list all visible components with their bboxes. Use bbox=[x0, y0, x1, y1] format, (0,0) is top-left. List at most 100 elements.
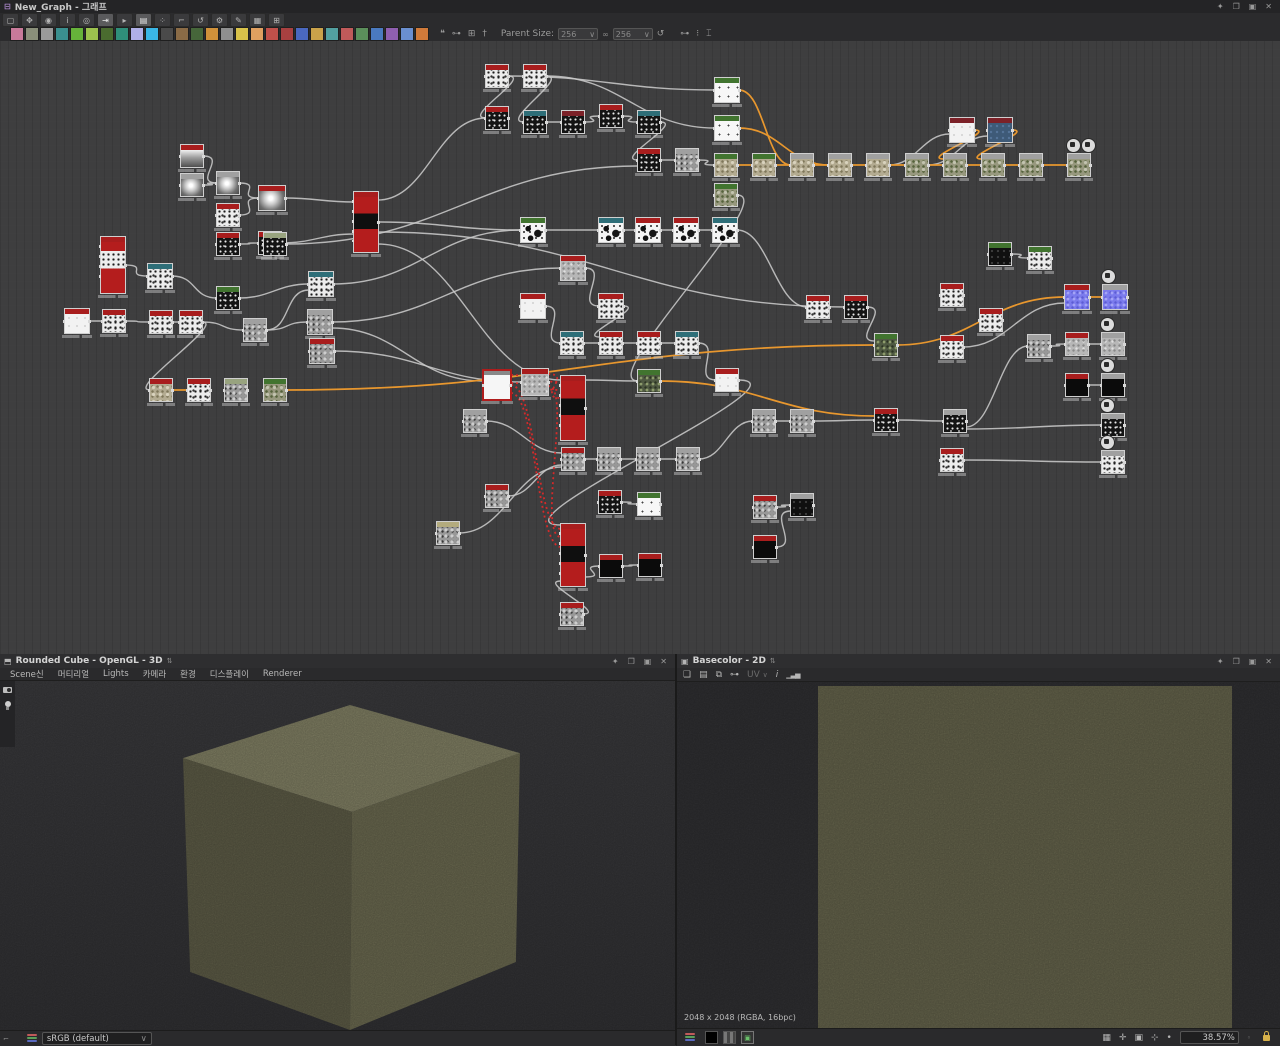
graph-node[interactable] bbox=[307, 309, 333, 335]
zoom-tool[interactable]: ◎ bbox=[78, 13, 95, 27]
graph-node[interactable] bbox=[1019, 153, 1043, 177]
palette-node-icon-4[interactable] bbox=[70, 27, 84, 41]
select-frame-tool[interactable]: ▢ bbox=[2, 13, 19, 27]
fit-icon[interactable]: ▣ bbox=[1134, 1033, 1143, 1043]
graph-node[interactable] bbox=[844, 295, 868, 319]
zoom-level-field[interactable]: 38.57% bbox=[1180, 1031, 1239, 1044]
center-icon[interactable]: ⊹ bbox=[1151, 1033, 1159, 1043]
graph-node[interactable] bbox=[243, 318, 267, 342]
graph-node[interactable] bbox=[943, 409, 967, 433]
graph-node[interactable] bbox=[940, 335, 964, 359]
dot-node-icon[interactable]: ⊶ bbox=[452, 29, 461, 39]
graph-node[interactable] bbox=[866, 153, 890, 177]
graph-node[interactable] bbox=[485, 64, 509, 88]
graph-node[interactable] bbox=[987, 117, 1013, 143]
channels-icon[interactable] bbox=[723, 1031, 736, 1044]
palette-node-icon-26[interactable] bbox=[400, 27, 414, 41]
close-icon[interactable]: ✕ bbox=[660, 657, 667, 666]
graph-node[interactable] bbox=[638, 553, 662, 577]
maximize-icon[interactable]: ▣ bbox=[1249, 657, 1257, 666]
menu3d-item-5[interactable]: 디스플레이 bbox=[210, 668, 249, 680]
palette-node-icon-27[interactable] bbox=[415, 27, 429, 41]
menu3d-item-2[interactable]: Lights bbox=[103, 669, 129, 679]
graph-node[interactable] bbox=[485, 484, 509, 508]
palette-node-icon-0[interactable] bbox=[10, 27, 24, 41]
graph-node[interactable] bbox=[598, 490, 622, 514]
colorspace-icon[interactable] bbox=[685, 1033, 695, 1042]
graph-node[interactable] bbox=[1065, 373, 1089, 397]
zoom-reset-icon[interactable]: ◦ bbox=[1247, 1034, 1251, 1042]
palette-node-icon-20[interactable] bbox=[310, 27, 324, 41]
palette-node-icon-6[interactable] bbox=[100, 27, 114, 41]
dot-icon[interactable]: • bbox=[1167, 1033, 1172, 1043]
graph-node[interactable] bbox=[790, 153, 814, 177]
material-link-tool[interactable]: ▤ bbox=[135, 13, 152, 27]
graph-node[interactable] bbox=[560, 331, 584, 355]
dock-icon[interactable]: ⇅ bbox=[770, 657, 776, 665]
graph-node[interactable] bbox=[216, 286, 240, 310]
graph-node[interactable] bbox=[979, 308, 1003, 332]
palette-node-icon-21[interactable] bbox=[325, 27, 339, 41]
palette-node-icon-18[interactable] bbox=[280, 27, 294, 41]
float-icon[interactable]: ❐ bbox=[1233, 657, 1240, 666]
black-swatch[interactable] bbox=[705, 1031, 718, 1044]
menu3d-item-6[interactable]: Renderer bbox=[263, 669, 302, 679]
palette-node-icon-16[interactable] bbox=[250, 27, 264, 41]
graph-node[interactable] bbox=[216, 203, 240, 227]
close-icon[interactable]: ✕ bbox=[1265, 2, 1272, 11]
display-icon[interactable]: ▣ bbox=[741, 1031, 754, 1044]
graph-node[interactable] bbox=[981, 153, 1005, 177]
close-icon[interactable]: ✕ bbox=[1265, 657, 1272, 666]
graph-node[interactable] bbox=[598, 217, 624, 243]
transform-icon[interactable]: ✛ bbox=[1119, 1033, 1127, 1043]
palette-node-icon-25[interactable] bbox=[385, 27, 399, 41]
viewport-2d[interactable]: 2048 x 2048 (RGBA, 16bpc) bbox=[677, 682, 1280, 1028]
graph-node[interactable] bbox=[263, 378, 287, 402]
palette-node-icon-24[interactable] bbox=[370, 27, 384, 41]
graph-node[interactable] bbox=[216, 171, 240, 195]
graph-node[interactable] bbox=[102, 309, 126, 333]
corner-handle-icon[interactable]: ⌐ bbox=[3, 1035, 9, 1043]
palette-node-icon-13[interactable] bbox=[205, 27, 219, 41]
parent-height-select[interactable]: 256∨ bbox=[613, 28, 653, 40]
pin-icon[interactable]: ✦ bbox=[1217, 657, 1224, 666]
graph-node[interactable] bbox=[1028, 246, 1052, 270]
graph-node[interactable] bbox=[599, 104, 623, 128]
graph-node[interactable] bbox=[598, 293, 624, 319]
light-icon[interactable] bbox=[5, 701, 11, 707]
graph-node[interactable] bbox=[1101, 373, 1125, 397]
panel2d-header[interactable]: ▣ Basecolor - 2D ⇅ ✦❐▣✕ bbox=[677, 654, 1280, 669]
palette-node-icon-22[interactable] bbox=[340, 27, 354, 41]
pin-icon[interactable]: ✦ bbox=[612, 657, 619, 666]
pen-tool[interactable]: ✎ bbox=[230, 13, 247, 27]
graph-node[interactable] bbox=[714, 115, 740, 141]
palette-node-icon-17[interactable] bbox=[265, 27, 279, 41]
graph-node[interactable] bbox=[675, 148, 699, 172]
link-horizontal-icon[interactable]: ⊶ bbox=[680, 29, 689, 39]
menu3d-item-4[interactable]: 환경 bbox=[180, 668, 196, 680]
graph-node[interactable] bbox=[561, 447, 585, 471]
graph-node[interactable] bbox=[561, 110, 585, 134]
dots-vertical-icon[interactable]: ⁝ bbox=[696, 29, 699, 39]
graph-node[interactable] bbox=[1065, 332, 1089, 356]
graph-node[interactable] bbox=[752, 409, 776, 433]
graph-node[interactable] bbox=[216, 232, 240, 256]
graph-node[interactable] bbox=[828, 153, 852, 177]
graph-node[interactable] bbox=[180, 144, 204, 168]
graph-node[interactable] bbox=[187, 378, 211, 402]
palette-node-icon-1[interactable] bbox=[25, 27, 39, 41]
palette-node-icon-7[interactable] bbox=[115, 27, 129, 41]
palette-node-icon-8[interactable] bbox=[130, 27, 144, 41]
graph-node[interactable] bbox=[715, 368, 739, 392]
graph-node[interactable] bbox=[676, 447, 700, 471]
graph-node[interactable] bbox=[1064, 284, 1090, 310]
parent-width-select[interactable]: 256∨ bbox=[558, 28, 598, 40]
graph-node[interactable] bbox=[309, 338, 335, 364]
graph-node[interactable] bbox=[560, 523, 586, 587]
graph-node[interactable] bbox=[753, 535, 777, 559]
lock-icon[interactable] bbox=[1263, 1035, 1270, 1041]
graph-node[interactable] bbox=[988, 242, 1012, 266]
graph-node[interactable] bbox=[943, 153, 967, 177]
menu3d-item-3[interactable]: 카메라 bbox=[143, 668, 166, 680]
graph-node[interactable] bbox=[1027, 334, 1051, 358]
